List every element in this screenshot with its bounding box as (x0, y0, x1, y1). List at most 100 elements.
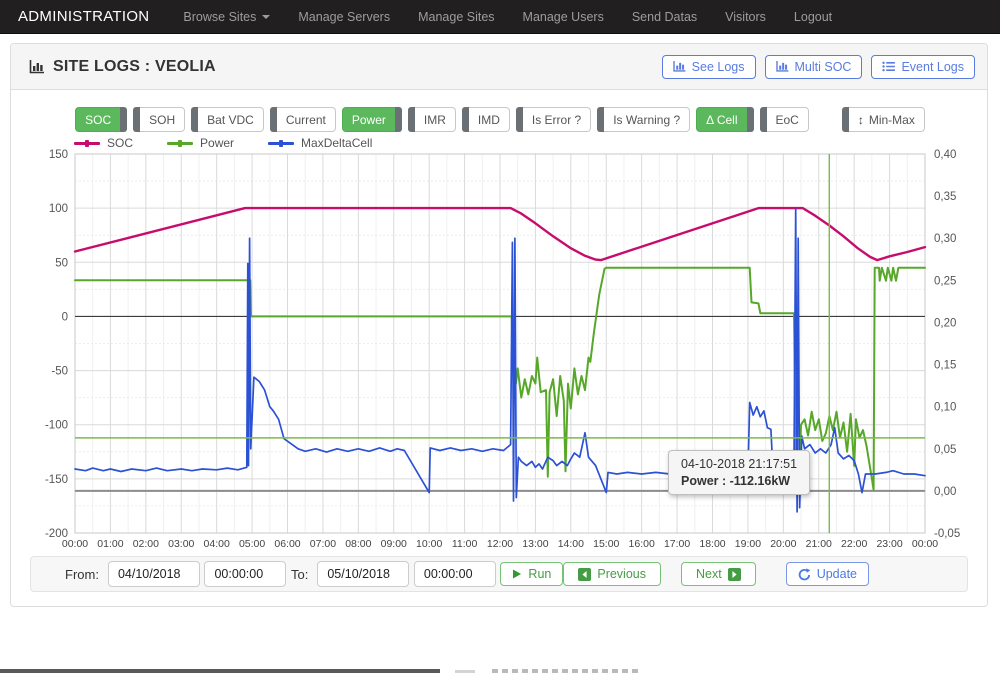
toggle-handle[interactable] (747, 107, 754, 132)
x-axis-tick-label: 21:00 (806, 538, 832, 550)
nav-item-label: Visitors (725, 10, 766, 24)
x-axis-tick-label: 01:00 (97, 538, 123, 550)
toggle-imr[interactable]: IMR (408, 107, 456, 132)
toggle-label[interactable]: Current (277, 107, 336, 132)
see-logs-label: See Logs (692, 60, 745, 74)
toggle-eoc[interactable]: EoC (760, 107, 809, 132)
next-button[interactable]: Next (681, 562, 756, 586)
legend-swatch (167, 142, 193, 145)
right-axis-tick-label: 0,35 (934, 191, 956, 203)
nav-item-send-datas[interactable]: Send Datas (618, 0, 711, 33)
toggle-handle[interactable] (133, 107, 140, 132)
toggle-label-text: Is Warning ? (613, 113, 680, 127)
toggle-label[interactable]: IMR (415, 107, 456, 132)
toggle-label[interactable]: IMD (469, 107, 510, 132)
chart-plot[interactable]: 150100500-50-100-150-2000,400,350,300,25… (30, 136, 970, 552)
caret-down-icon (262, 15, 270, 19)
refresh-icon (798, 568, 811, 581)
toggle-handle[interactable] (408, 107, 415, 132)
toggle-label-text: SOH (149, 113, 175, 127)
toggle-label[interactable]: Bat VDC (198, 107, 264, 132)
toggle-handle[interactable] (597, 107, 604, 132)
legend-item-soc: SOC (74, 136, 133, 150)
run-button[interactable]: Run (500, 562, 563, 586)
toggle-handle[interactable] (842, 107, 849, 132)
nav-item-manage-users[interactable]: Manage Users (509, 0, 618, 33)
nav-item-browse-sites[interactable]: Browse Sites (169, 0, 284, 33)
previous-label: Previous (597, 567, 646, 581)
toggle-soc[interactable]: SOC (75, 107, 127, 132)
bar-chart-icon (29, 60, 45, 74)
legend-swatch (268, 142, 294, 145)
toggle-is-warning[interactable]: Is Warning ? (597, 107, 690, 132)
toggle-label[interactable]: SOH (140, 107, 185, 132)
x-axis-tick-label: 10:00 (416, 538, 442, 550)
toggle-min-max[interactable]: ↕ Min-Max (842, 107, 925, 132)
toggle-handle[interactable] (191, 107, 198, 132)
toggle-handle[interactable] (462, 107, 469, 132)
left-axis-tick-label: 0 (62, 311, 68, 323)
x-axis-tick-label: 18:00 (699, 538, 725, 550)
toggle-label[interactable]: EoC (767, 107, 809, 132)
bar-chart-icon (776, 61, 789, 72)
toggle-label[interactable]: Δ Cell (696, 107, 746, 132)
to-date-input[interactable] (317, 561, 409, 587)
toggle-handle[interactable] (270, 107, 277, 132)
toggle-imd[interactable]: IMD (462, 107, 510, 132)
toggle-current[interactable]: Current (270, 107, 336, 132)
toggle-power[interactable]: Power (342, 107, 402, 132)
toggle-handle[interactable] (760, 107, 767, 132)
header-buttons: See Logs Multi SOC Event Logs (662, 55, 975, 79)
play-icon (512, 569, 522, 579)
right-axis-tick-label: 0,00 (934, 486, 956, 498)
x-axis-tick-label: 22:00 (841, 538, 867, 550)
toggle-handle[interactable] (120, 107, 127, 132)
x-axis-tick-label: 13:00 (522, 538, 548, 550)
up-down-arrow-icon: ↕ (858, 113, 864, 127)
nav-item-logout[interactable]: Logout (780, 0, 846, 33)
toggle-label-text: IMD (478, 113, 500, 127)
toggle-soh[interactable]: SOH (133, 107, 185, 132)
bar-chart-icon (673, 61, 686, 72)
legend-swatch (74, 142, 100, 145)
series-toggle-bar: SOC SOH Bat VDC Current Power IMR IMD Is Error … (0, 107, 1000, 132)
multi-soc-button[interactable]: Multi SOC (765, 55, 863, 79)
x-axis-tick-label: 06:00 (274, 538, 300, 550)
from-time-input[interactable] (204, 561, 286, 587)
chart-area[interactable]: SOCPowerMaxDeltaCell 150100500-50-100-15… (30, 136, 970, 552)
nav-item-manage-sites[interactable]: Manage Sites (404, 0, 508, 33)
toggle-label[interactable]: Is Warning ? (604, 107, 690, 132)
from-date-input[interactable] (108, 561, 200, 587)
x-axis-tick-label: 15:00 (593, 538, 619, 550)
toggle-label[interactable]: Power (342, 107, 395, 132)
step-backward-icon (578, 568, 591, 581)
app-brand: ADMINISTRATION (0, 8, 169, 25)
left-axis-tick-label: -100 (45, 420, 68, 432)
update-button[interactable]: Update (786, 562, 869, 586)
toggle-label-text: Min-Max (869, 113, 915, 127)
toggle-handle[interactable] (516, 107, 523, 132)
toggle-cell[interactable]: Δ Cell (696, 107, 753, 132)
nav-item-manage-servers[interactable]: Manage Servers (284, 0, 404, 33)
toggle-label[interactable]: SOC (75, 107, 120, 132)
x-axis-tick-label: 19:00 (735, 538, 761, 550)
x-axis-tick-label: 05:00 (239, 538, 265, 550)
toggle-label[interactable]: Is Error ? (523, 107, 591, 132)
right-axis-tick-label: 0,20 (934, 317, 956, 329)
event-logs-button[interactable]: Event Logs (871, 55, 975, 79)
toggle-handle[interactable] (395, 107, 402, 132)
to-time-input[interactable] (414, 561, 496, 587)
toggle-label[interactable]: ↕ Min-Max (849, 107, 925, 132)
toggle-bat-vdc[interactable]: Bat VDC (191, 107, 264, 132)
x-axis-tick-label: 12:00 (487, 538, 513, 550)
toggle-is-error[interactable]: Is Error ? (516, 107, 591, 132)
run-label: Run (528, 567, 551, 581)
nav-item-label: Manage Servers (298, 10, 390, 24)
left-axis-tick-label: 100 (49, 203, 68, 215)
nav-item-visitors[interactable]: Visitors (711, 0, 780, 33)
toggle-label-text: Power (352, 113, 386, 127)
see-logs-button[interactable]: See Logs (662, 55, 756, 79)
update-label: Update (817, 567, 857, 581)
next-label: Next (696, 567, 722, 581)
previous-button[interactable]: Previous (563, 562, 661, 586)
